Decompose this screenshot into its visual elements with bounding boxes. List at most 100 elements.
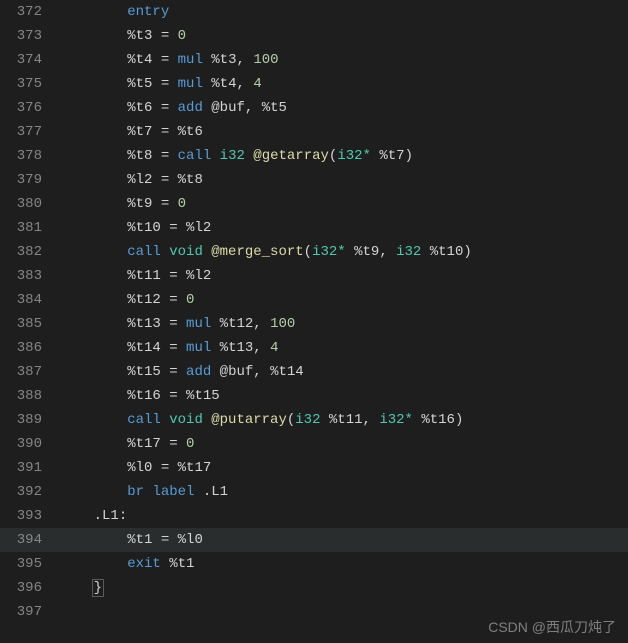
token-id: %t3	[211, 52, 236, 68]
token-pn: )	[455, 412, 463, 428]
code-line[interactable]: 390 %t17 = 0	[0, 432, 628, 456]
code-content[interactable]: entry	[60, 0, 628, 24]
token-op: =	[152, 460, 177, 476]
code-line[interactable]: 391 %l0 = %t17	[0, 456, 628, 480]
line-number[interactable]: 381	[0, 216, 60, 240]
code-content[interactable]: %t1 = %l0	[60, 528, 628, 552]
code-line[interactable]: 380 %t9 = 0	[0, 192, 628, 216]
line-number[interactable]: 372	[0, 0, 60, 24]
code-line[interactable]: 379 %l2 = %t8	[0, 168, 628, 192]
code-line[interactable]: 377 %t7 = %t6	[0, 120, 628, 144]
line-number[interactable]: 390	[0, 432, 60, 456]
code-line[interactable]: 395 exit %t1	[0, 552, 628, 576]
code-content[interactable]: exit %t1	[60, 552, 628, 576]
code-content[interactable]: %t10 = %l2	[60, 216, 628, 240]
token-id: @buf	[220, 364, 254, 380]
code-content[interactable]: %t3 = 0	[60, 24, 628, 48]
line-number[interactable]: 393	[0, 504, 60, 528]
line-number[interactable]: 384	[0, 288, 60, 312]
code-content[interactable]: call void @putarray(i32 %t11, i32* %t16)	[60, 408, 628, 432]
code-line[interactable]: 376 %t6 = add @buf, %t5	[0, 96, 628, 120]
line-number[interactable]: 376	[0, 96, 60, 120]
code-line[interactable]: 378 %t8 = call i32 @getarray(i32* %t7)	[0, 144, 628, 168]
line-number[interactable]: 394	[0, 528, 60, 552]
code-content[interactable]: br label .L1	[60, 480, 628, 504]
token-pn: ,	[245, 100, 262, 116]
code-line[interactable]: 385 %t13 = mul %t12, 100	[0, 312, 628, 336]
token-pn: (	[304, 244, 312, 260]
token-op	[203, 244, 211, 260]
line-number[interactable]: 377	[0, 120, 60, 144]
code-line[interactable]: 387 %t15 = add @buf, %t14	[0, 360, 628, 384]
line-number[interactable]: 382	[0, 240, 60, 264]
token-id: %t11	[127, 268, 161, 284]
line-number[interactable]: 375	[0, 72, 60, 96]
code-line[interactable]: 393 .L1:	[0, 504, 628, 528]
token-kw: br	[127, 484, 144, 500]
line-number[interactable]: 379	[0, 168, 60, 192]
code-line[interactable]: 383 %t11 = %l2	[0, 264, 628, 288]
token-id: %t11	[329, 412, 363, 428]
line-number[interactable]: 391	[0, 456, 60, 480]
code-editor[interactable]: 372 entry373 %t3 = 0374 %t4 = mul %t3, 1…	[0, 0, 628, 643]
code-line[interactable]: 394 %t1 = %l0	[0, 528, 628, 552]
code-line[interactable]: 397	[0, 600, 628, 624]
code-content[interactable]: %t9 = 0	[60, 192, 628, 216]
line-number[interactable]: 385	[0, 312, 60, 336]
code-content[interactable]: %t14 = mul %t13, 4	[60, 336, 628, 360]
line-number[interactable]: 389	[0, 408, 60, 432]
code-line[interactable]: 372 entry	[0, 0, 628, 24]
code-content[interactable]: %t15 = add @buf, %t14	[60, 360, 628, 384]
line-number[interactable]: 373	[0, 24, 60, 48]
code-line[interactable]: 381 %t10 = %l2	[0, 216, 628, 240]
line-number[interactable]: 387	[0, 360, 60, 384]
line-number[interactable]: 388	[0, 384, 60, 408]
code-content[interactable]	[60, 600, 628, 624]
code-line[interactable]: 373 %t3 = 0	[0, 24, 628, 48]
code-content[interactable]: %l2 = %t8	[60, 168, 628, 192]
token-pn: ,	[237, 52, 254, 68]
line-number[interactable]: 374	[0, 48, 60, 72]
code-content[interactable]: %l0 = %t17	[60, 456, 628, 480]
code-content[interactable]: %t17 = 0	[60, 432, 628, 456]
line-number[interactable]: 378	[0, 144, 60, 168]
code-line[interactable]: 384 %t12 = 0	[0, 288, 628, 312]
code-content[interactable]: %t13 = mul %t12, 100	[60, 312, 628, 336]
code-content[interactable]: %t7 = %t6	[60, 120, 628, 144]
line-number[interactable]: 397	[0, 600, 60, 624]
line-number[interactable]: 380	[0, 192, 60, 216]
token-id: %t10	[430, 244, 464, 260]
code-content[interactable]: %t11 = %l2	[60, 264, 628, 288]
token-kw: call	[127, 412, 161, 428]
code-content[interactable]: %t5 = mul %t4, 4	[60, 72, 628, 96]
code-content[interactable]: %t12 = 0	[60, 288, 628, 312]
code-content[interactable]: %t6 = add @buf, %t5	[60, 96, 628, 120]
code-content[interactable]: %t16 = %t15	[60, 384, 628, 408]
code-content[interactable]: %t8 = call i32 @getarray(i32* %t7)	[60, 144, 628, 168]
line-number[interactable]: 386	[0, 336, 60, 360]
line-number[interactable]: 395	[0, 552, 60, 576]
code-line[interactable]: 374 %t4 = mul %t3, 100	[0, 48, 628, 72]
token-ty: i32	[220, 148, 245, 164]
code-line[interactable]: 389 call void @putarray(i32 %t11, i32* %…	[0, 408, 628, 432]
token-op	[321, 412, 329, 428]
code-line[interactable]: 396 }	[0, 576, 628, 600]
code-line[interactable]: 388 %t16 = %t15	[0, 384, 628, 408]
code-content[interactable]: .L1:	[60, 504, 628, 528]
code-content[interactable]: }	[60, 576, 628, 600]
code-line[interactable]: 382 call void @merge_sort(i32* %t9, i32 …	[0, 240, 628, 264]
token-pn: )	[405, 148, 413, 164]
code-content[interactable]: call void @merge_sort(i32* %t9, i32 %t10…	[60, 240, 628, 264]
token-fn: @putarray	[211, 412, 287, 428]
token-id: %t7	[127, 124, 152, 140]
line-number[interactable]: 396	[0, 576, 60, 600]
code-line[interactable]: 375 %t5 = mul %t4, 4	[0, 72, 628, 96]
line-number[interactable]: 383	[0, 264, 60, 288]
token-pn: )	[463, 244, 471, 260]
code-line[interactable]: 392 br label .L1	[0, 480, 628, 504]
code-content[interactable]: %t4 = mul %t3, 100	[60, 48, 628, 72]
token-kw: call	[178, 148, 212, 164]
token-id: %t6	[178, 124, 203, 140]
line-number[interactable]: 392	[0, 480, 60, 504]
code-line[interactable]: 386 %t14 = mul %t13, 4	[0, 336, 628, 360]
